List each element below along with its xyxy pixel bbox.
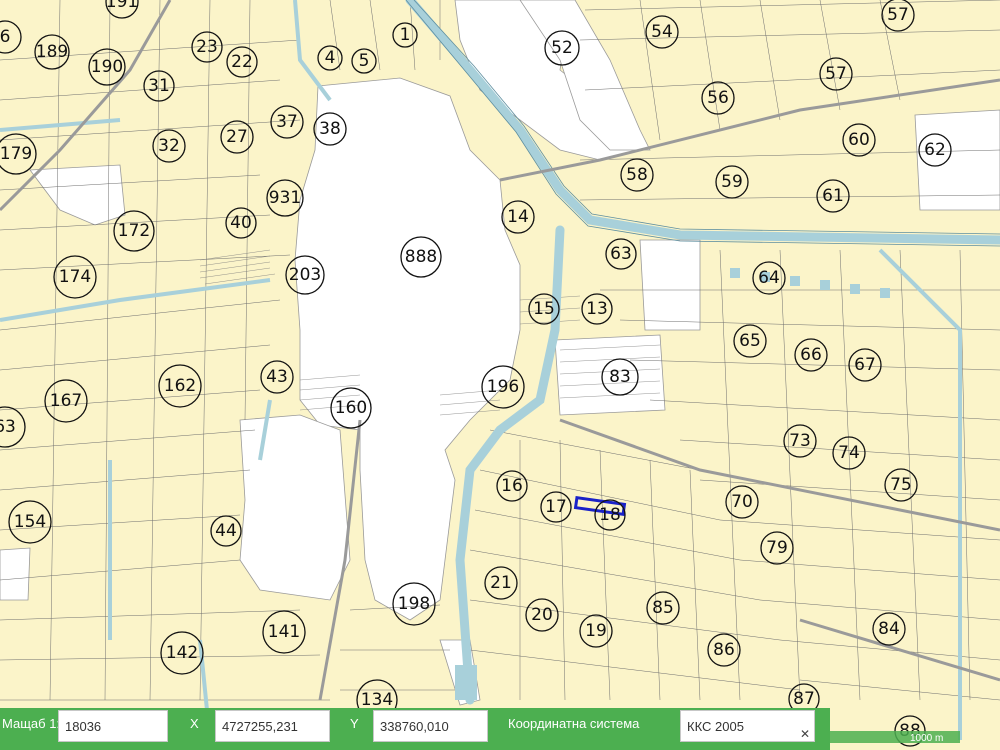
parcel-number: 63 [610,244,632,264]
parcel-number: 203 [289,265,321,285]
parcel-number: 196 [487,377,519,397]
cadastral-map[interactable]: 191 189 190 23 22 4 5 1 52 54 57 57 31 56 179 32 27 37 38 6… [0,0,1000,750]
parcel-number: 22 [231,52,253,72]
parcel-number: 85 [652,598,674,618]
parcel-number: 70 [731,492,753,512]
crs-value: ККС 2005 [687,719,744,734]
parcel-number: 142 [166,643,198,663]
parcel-number: 65 [739,331,761,351]
parcel-number: 60 [848,130,870,150]
parcel-number: 141 [268,622,300,642]
parcel-number: 23 [196,37,218,57]
parcel-number: 74 [838,443,860,463]
parcel-number: 87 [793,689,815,709]
parcel-number: 54 [651,22,673,42]
y-label: Y [350,716,359,731]
parcel-number: 1 [400,25,411,45]
parcel-number: 15 [533,299,555,319]
parcel-number: 190 [91,57,123,77]
scale-bar-label: 1000 m [910,733,944,744]
parcel-number: 40 [230,213,252,233]
scale-input[interactable]: 18036 [58,710,168,742]
parcel-number: 6 [0,27,10,47]
parcel-number: 62 [924,140,946,160]
parcel-number: 58 [626,165,648,185]
parcel-number: 31 [148,76,170,96]
chevron-down-icon: ✕ [799,727,810,741]
parcel-number: 57 [887,5,909,25]
y-coordinate-field[interactable]: 338760,010 [373,710,488,742]
parcel-number: 191 [106,0,138,12]
crs-label: Координатна система [508,716,640,731]
parcel-number: 63 [0,417,16,437]
parcel-number: 20 [531,605,553,625]
parcel-number: 172 [118,221,150,241]
parcel-number: 189 [36,42,68,62]
parcel-number: 66 [800,345,822,365]
parcel-number: 37 [276,112,298,132]
parcel-number: 198 [398,594,430,614]
parcel-number: 73 [789,431,811,451]
parcel-number: 888 [405,247,437,267]
parcel-number: 14 [507,207,529,227]
parcel-number: 86 [713,640,735,660]
parcel-number: 83 [609,367,631,387]
parcel-number: 75 [890,475,912,495]
parcel-number: 174 [59,267,91,287]
x-label: X [190,716,199,731]
parcel-number: 21 [490,573,512,593]
crs-select[interactable]: ККС 2005 ✕ [680,710,815,742]
parcel-number: 5 [359,51,370,71]
parcel-number: 43 [266,367,288,387]
parcel-number: 160 [335,398,367,418]
parcel-number: 44 [215,521,237,541]
parcel-number: 32 [158,136,180,156]
parcel-number: 57 [825,64,847,84]
parcel-number: 179 [0,144,32,164]
parcel-number: 56 [707,88,729,108]
parcel-number: 38 [319,119,341,139]
parcel-number: 17 [545,497,567,517]
parcel-number: 59 [721,172,743,192]
x-coordinate-field[interactable]: 4727255,231 [215,710,330,742]
parcel-number: 4 [325,48,336,68]
parcel-number: 18 [599,505,621,525]
parcel-number: 27 [226,127,248,147]
parcel-number: 61 [822,186,844,206]
parcel-number: 162 [164,376,196,396]
scale-label: Мащаб 1: [2,716,61,731]
parcel-number: 64 [758,268,780,288]
parcel-number: 167 [50,391,82,411]
parcel-number: 154 [14,512,46,532]
parcel-number: 84 [878,619,900,639]
parcel-number: 79 [766,538,788,558]
parcel-number: 52 [551,38,573,58]
parcel-number: 931 [269,188,301,208]
parcel-number: 16 [501,476,523,496]
parcel-number: 13 [586,299,608,319]
parcel-number: 134 [361,690,393,710]
parcel-number: 67 [854,355,876,375]
parcel-number: 19 [585,621,607,641]
